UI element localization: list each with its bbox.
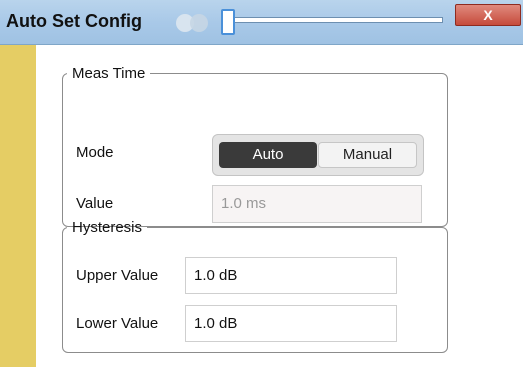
transparency-knob-icon[interactable] — [175, 13, 219, 33]
window-title: Auto Set Config — [6, 11, 142, 31]
close-button[interactable]: X — [455, 4, 521, 26]
mode-auto-button[interactable]: Auto — [219, 142, 317, 168]
hysteresis-group: Hysteresis Upper Value 1.0 dB Lower Valu… — [62, 219, 448, 353]
hysteresis-legend: Hysteresis — [72, 219, 143, 236]
mode-manual-button[interactable]: Manual — [318, 142, 417, 168]
meas-time-value-field[interactable]: 1.0 ms — [212, 185, 422, 223]
mode-toggle: Auto Manual — [212, 134, 424, 176]
value-label: Value — [76, 195, 114, 212]
transparency-slider-thumb[interactable] — [221, 9, 235, 35]
title-bar: Auto Set Config X — [0, 0, 523, 45]
dialog-content: Meas Time Mode Auto Manual Value 1.0 ms … — [36, 45, 523, 367]
upper-value-field[interactable]: 1.0 dB — [185, 257, 397, 294]
mode-label: Mode — [76, 144, 114, 161]
transparency-slider-track[interactable] — [232, 17, 443, 23]
lower-value-field[interactable]: 1.0 dB — [185, 305, 397, 342]
lower-value-label: Lower Value — [76, 315, 159, 332]
upper-value-label: Upper Value — [76, 267, 159, 284]
side-strip — [0, 45, 36, 367]
meas-time-legend: Meas Time — [72, 65, 146, 82]
meas-time-group: Meas Time Mode Auto Manual Value 1.0 ms — [62, 65, 448, 227]
